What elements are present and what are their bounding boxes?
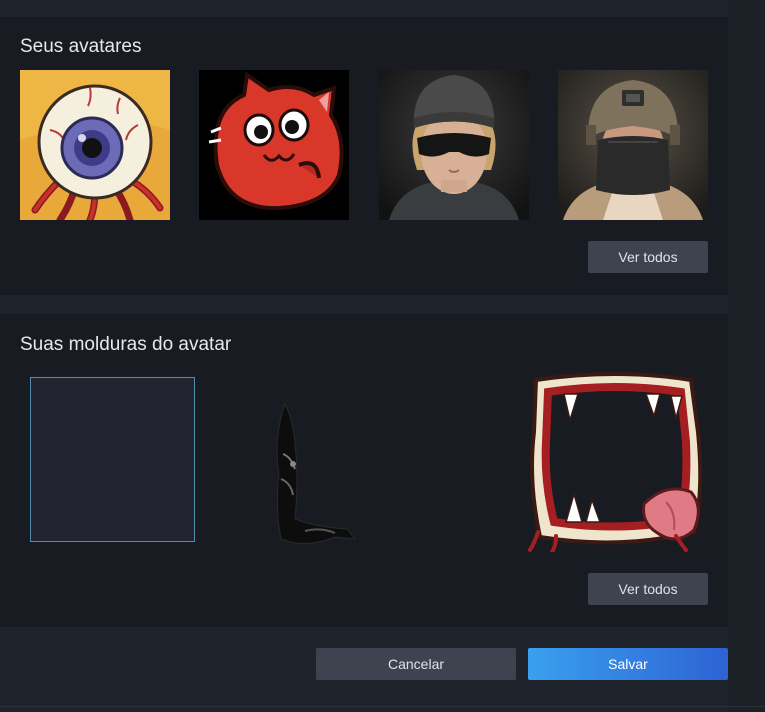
frames-section: Suas molduras do avatar Ver todos	[0, 314, 728, 627]
cancel-button[interactable]: Cancelar	[316, 648, 516, 680]
avatar-soldier-woman[interactable]	[379, 70, 529, 220]
avatars-view-all-button[interactable]: Ver todos	[588, 241, 708, 273]
avatars-section: Seus avatares Ver todos	[0, 17, 728, 295]
soldier-helmet-icon	[558, 70, 708, 220]
frames-section-title: Suas molduras do avatar	[20, 334, 232, 355]
monster-mouth-frame-icon	[528, 372, 703, 552]
avatar-soldier-helmet[interactable]	[558, 70, 708, 220]
avatar-eyeball-monster[interactable]	[20, 70, 170, 220]
bottom-divider	[0, 706, 765, 707]
frame-none-selected[interactable]	[30, 377, 195, 542]
avatar-red-blob-cat[interactable]	[199, 70, 349, 220]
scrollbar-track[interactable]	[728, 0, 765, 712]
dark-tentacle-frame-icon	[276, 402, 357, 544]
frame-dark-tentacle[interactable]	[265, 399, 365, 549]
eyeball-monster-icon	[20, 70, 170, 220]
soldier-woman-icon	[379, 70, 529, 220]
save-button[interactable]: Salvar	[528, 648, 728, 680]
avatars-section-title: Seus avatares	[20, 36, 142, 57]
frame-monster-mouth[interactable]	[526, 372, 708, 552]
frames-view-all-button[interactable]: Ver todos	[588, 573, 708, 605]
red-blob-cat-icon	[199, 70, 349, 220]
